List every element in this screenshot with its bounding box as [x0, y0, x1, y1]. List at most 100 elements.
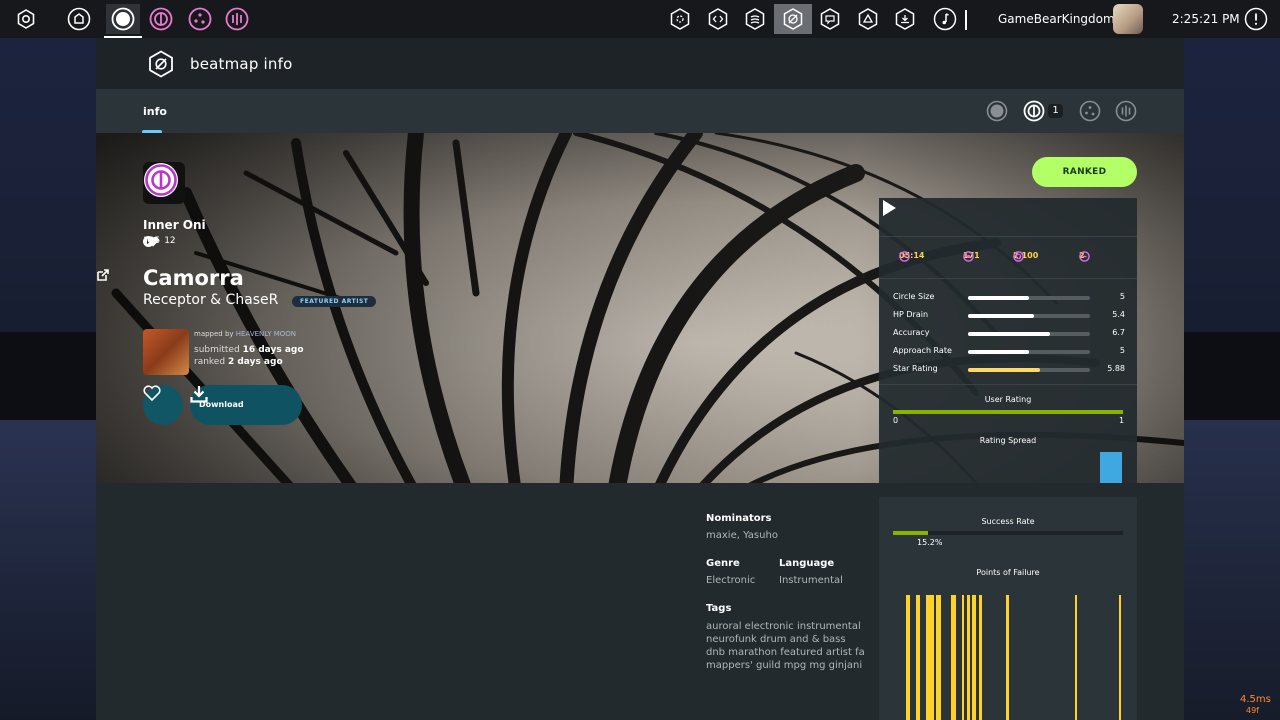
nominators-value[interactable]: maxie, Yasuho [706, 530, 778, 541]
attribute-label: Approach Rate [893, 346, 952, 355]
rankings-button[interactable] [740, 4, 770, 34]
ruleset-taiko-button[interactable] [146, 4, 176, 34]
username[interactable]: GameBearKingdom [998, 12, 1115, 26]
attribute-bar [968, 350, 1090, 354]
wiki-icon [895, 8, 915, 30]
tab-bar: info 1 [96, 89, 1184, 134]
settings-button[interactable] [11, 4, 41, 34]
news-button[interactable] [665, 4, 695, 34]
success-rate-value: 15.2% [917, 538, 943, 547]
catch-ruleset-tab-icon[interactable] [1079, 100, 1101, 122]
failure-bar [967, 595, 970, 720]
favourite-button[interactable] [143, 385, 183, 425]
favourite-count: 12 [164, 236, 176, 246]
attribute-value: 5 [1119, 346, 1125, 355]
success-rate-bar [893, 531, 1123, 535]
tab-info[interactable]: info [143, 105, 167, 118]
difficulty-icon-box[interactable] [143, 162, 185, 204]
failure-bar [1006, 595, 1009, 720]
tags-value[interactable]: auroral electronic instrumental neurofun… [706, 620, 866, 672]
language-title: Language [779, 558, 835, 569]
settings-icon [17, 9, 35, 29]
points-of-failure-title: Points of Failure [976, 568, 1040, 577]
beatmap-listing-button[interactable] [774, 4, 812, 34]
home-icon [67, 7, 91, 31]
circle-count-stat: 2,100 [1013, 251, 1038, 262]
osu-ruleset-icon [111, 7, 135, 31]
success-rate-fill [893, 531, 928, 535]
beatmap-cover: Inner Oni 105 12 Camorra Receptor & Chas… [96, 133, 1184, 483]
triangle-icon [858, 8, 878, 30]
background-left [0, 420, 96, 720]
alert-icon [1244, 7, 1268, 31]
download-button[interactable]: Download [190, 385, 302, 425]
genre-title: Genre [706, 558, 740, 569]
attribute-bar [968, 332, 1090, 336]
user-rating-min: 0 [893, 416, 899, 425]
attribute-value: 5.4 [1112, 310, 1125, 319]
beatmap-overlay: beatmap info info 1 Inner Oni 12 Camorra… [96, 38, 1184, 720]
ranked-label: ranked [194, 357, 226, 367]
play-preview-icon[interactable] [879, 198, 899, 218]
failure-bar [1119, 595, 1121, 720]
mania-ruleset-tab-icon[interactable] [1115, 100, 1137, 122]
taiko-ruleset-tab-icon[interactable] [1023, 100, 1045, 122]
changelog-button[interactable] [703, 4, 733, 34]
submitted-ago: 16 days ago [242, 345, 304, 355]
ranked-date: ranked 2 days ago [194, 357, 283, 367]
attribute-value: 5 [1119, 292, 1125, 301]
user-rating-title: User Rating [984, 395, 1032, 404]
success-rate-panel: Success Rate 15.2% Points of Failure [879, 497, 1137, 720]
changelog-icon [708, 8, 728, 30]
length-stat: 05:14 [899, 251, 924, 262]
frame-time: 4.5ms [1240, 694, 1271, 705]
ruleset-mania-button[interactable] [222, 4, 252, 34]
chat-button[interactable] [815, 4, 845, 34]
song-artist[interactable]: Receptor & ChaseR [143, 292, 278, 308]
mapper-avatar[interactable] [143, 329, 189, 375]
overlay-title: beatmap info [190, 55, 293, 73]
notifications-toggle-button[interactable] [1241, 4, 1271, 34]
osu-ruleset-tab-icon[interactable] [986, 100, 1008, 122]
attribute-label: Circle Size [893, 292, 935, 301]
song-title: Camorra [143, 266, 244, 290]
attribute-row: Approach Rate 5 [893, 346, 1125, 358]
home-button[interactable] [64, 4, 94, 34]
beatmap-icon [149, 50, 173, 78]
attribute-row: Star Rating 5.88 [893, 364, 1125, 376]
external-link-icon[interactable] [96, 269, 109, 282]
ruleset-osu-button[interactable] [106, 4, 140, 34]
attribute-bar-fill [968, 314, 1034, 318]
language-value[interactable]: Instrumental [779, 575, 843, 586]
nominators-title: Nominators [706, 513, 772, 524]
mania-ruleset-icon [225, 7, 249, 31]
beatmap-counts: 105 12 [143, 236, 176, 247]
music-button[interactable] [930, 4, 960, 34]
notifications-button[interactable] [853, 4, 883, 34]
mapped-by-label: mapped by [194, 330, 234, 338]
genre-value[interactable]: Electronic [706, 575, 755, 586]
clock[interactable]: 2:25:21 PM [1172, 12, 1240, 26]
toolbar: GameBearKingdom 2:25:21 PM [0, 0, 1280, 38]
news-icon [670, 8, 690, 30]
failure-bar [916, 595, 920, 720]
attribute-bar-fill [968, 368, 1040, 372]
divider [879, 236, 1137, 237]
wiki-button[interactable] [890, 4, 920, 34]
submitted-label: submitted [194, 345, 240, 355]
toolbar-divider [965, 10, 967, 30]
beatmap-stats-row: 05:14 171 2,100 2 [879, 251, 1137, 267]
attribute-row: Accuracy 6.7 [893, 328, 1125, 340]
user-avatar[interactable] [1113, 4, 1143, 34]
taiko-ruleset-icon [149, 7, 173, 31]
ruleset-catch-button[interactable] [185, 4, 215, 34]
divider [879, 384, 1137, 385]
download-icon [190, 386, 208, 403]
attribute-bar [968, 314, 1090, 318]
failure-bar [972, 595, 976, 720]
fps-counter: 49f [1246, 706, 1259, 715]
ranked-status-pill: RANKED [1032, 157, 1137, 187]
ruleset-beatmap-count: 1 [1048, 104, 1063, 118]
mapper-name[interactable]: HEAVENLY MOON [236, 330, 296, 338]
rating-spread-title: Rating Spread [979, 436, 1037, 445]
